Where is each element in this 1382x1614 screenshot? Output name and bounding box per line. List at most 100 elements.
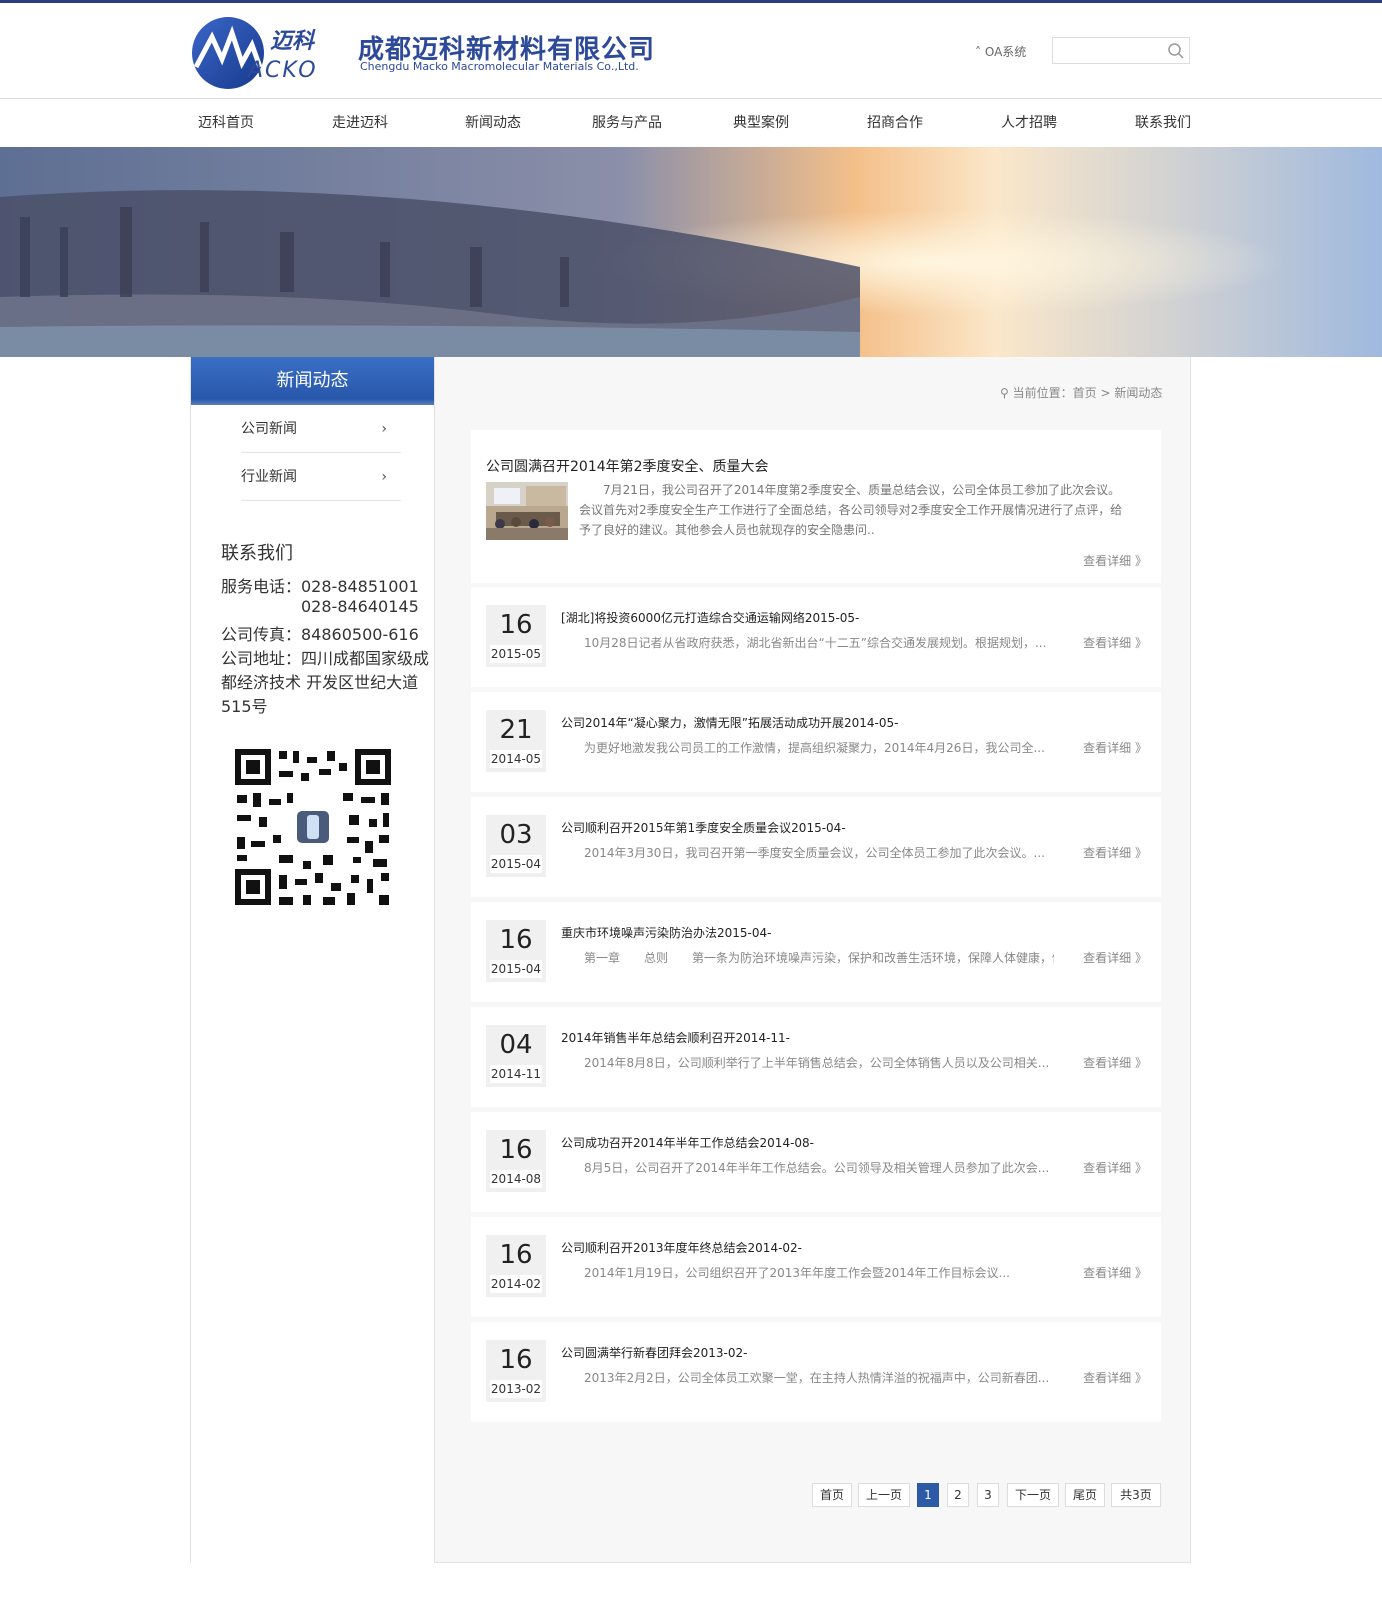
news-title[interactable]: 重庆市环境噪声污染防治办法2015-04-: [561, 924, 771, 941]
news-title[interactable]: [湖北]将投资6000亿元打造综合交通运输网络2015-05-: [561, 609, 859, 626]
page-number-button[interactable]: 3: [977, 1483, 999, 1507]
contact-title: 联系我们: [221, 543, 293, 564]
featured-news-image[interactable]: [486, 482, 568, 540]
view-detail-link[interactable]: 查看详细 》: [1083, 949, 1147, 966]
news-date-ym: 2014-02: [490, 1275, 542, 1293]
page-next-button[interactable]: 下一页: [1007, 1483, 1059, 1507]
news-desc: 2014年1月19日，公司组织召开了2013年年度工作会暨2014年工作目标会议…: [584, 1266, 1010, 1280]
contact-phone: 服务电话：028-84851001: [221, 577, 419, 596]
view-detail-link[interactable]: 查看详细 》: [1083, 552, 1147, 569]
wechat-qr-code: [223, 737, 403, 917]
news-desc: 为更好地激发我公司员工的工作激情，提高组织凝聚力，2014年4月26日，我公司全…: [584, 741, 1045, 755]
nav-item-cases[interactable]: 典型案例: [733, 99, 789, 147]
main-nav: 迈科首页 走进迈科 新闻动态 服务与产品 典型案例 招商合作 人才招聘 联系我们: [0, 99, 1382, 147]
site-header: 迈科 ACKO 成都迈科新材料有限公司 Chengdu Macko Macrom…: [0, 3, 1382, 99]
news-item: 03 2015-04 公司顺利召开2015年第1季度安全质量会议2015-04-…: [471, 797, 1161, 897]
caret-up-icon: ˄: [975, 45, 985, 59]
featured-news-title[interactable]: 公司圆满召开2014年第2季度安全、质量大会: [486, 456, 769, 476]
page-first-button[interactable]: 首页: [812, 1483, 852, 1507]
oa-link-label: OA系统: [984, 45, 1027, 59]
nav-item-contact[interactable]: 联系我们: [1135, 99, 1191, 147]
chevron-right-icon: ›: [381, 469, 387, 485]
featured-news-desc-text: 7月21日，我公司召开了2014年度第2季度安全、质量总结会议，公司全体员工参加…: [579, 483, 1123, 537]
nav-item-news[interactable]: 新闻动态: [465, 99, 521, 147]
nav-item-careers[interactable]: 人才招聘: [1001, 99, 1057, 147]
search-icon[interactable]: [1167, 42, 1185, 60]
featured-news-card: 公司圆满召开2014年第2季度安全、质量大会 7月21日，我公司召开了2014年…: [471, 430, 1161, 583]
news-title[interactable]: 公司顺利召开2015年第1季度安全质量会议2015-04-: [561, 819, 846, 836]
location-pin-icon: ⚲: [1000, 386, 1009, 400]
oa-system-link[interactable]: ˄ OA系统: [975, 43, 1026, 60]
news-date-day: 04: [499, 1030, 533, 1060]
sidebar: 新闻动态 公司新闻 › 行业新闻 › 联系我们 服务电话：028-8485100…: [190, 357, 435, 1563]
sidebar-item-label: 行业新闻: [241, 469, 297, 485]
news-date-box: 04 2014-11: [486, 1025, 546, 1087]
news-title[interactable]: 公司成功召开2014年半年工作总结会2014-08-: [561, 1134, 814, 1151]
news-title[interactable]: 2014年销售半年总结会顺利召开2014-11-: [561, 1029, 790, 1046]
news-date-box: 16 2014-02: [486, 1235, 546, 1297]
page-prev-button[interactable]: 上一页: [858, 1483, 910, 1507]
news-date-day: 16: [499, 610, 533, 640]
nav-item-products[interactable]: 服务与产品: [592, 99, 662, 147]
news-item: 21 2014-05 公司2014年“凝心聚力，激情无限”拓展活动成功开展201…: [471, 692, 1161, 792]
view-detail-link[interactable]: 查看详细 》: [1083, 844, 1147, 861]
news-desc: 2013年2月2日，公司全体员工欢聚一堂，在主持人热情洋溢的祝福声中，公司新春团…: [584, 1371, 1050, 1385]
nav-item-home[interactable]: 迈科首页: [198, 99, 254, 147]
news-date-box: 16 2014-08: [486, 1130, 546, 1192]
breadcrumb-prefix: 当前位置：: [1012, 386, 1073, 400]
news-date-ym: 2014-05: [490, 750, 542, 768]
news-title[interactable]: 公司顺利召开2013年度年终总结会2014-02-: [561, 1239, 802, 1256]
company-logo[interactable]: 迈科 ACKO: [190, 15, 350, 91]
news-date-box: 16 2013-02: [486, 1340, 546, 1402]
news-item: 16 2015-05 [湖北]将投资6000亿元打造综合交通运输网络2015-0…: [471, 587, 1161, 687]
page-total-label: 共3页: [1111, 1483, 1161, 1507]
news-date-box: 16 2015-04: [486, 920, 546, 982]
news-date-ym: 2015-04: [490, 960, 542, 978]
news-date-day: 21: [499, 715, 533, 745]
view-detail-link[interactable]: 查看详细 》: [1083, 1369, 1147, 1386]
contact-phone-2: 028-84640145: [301, 597, 419, 616]
news-date-day: 16: [499, 1135, 533, 1165]
news-desc: 2014年8月8日，公司顺利举行了上半年销售总结会，公司全体销售人员以及公司相关…: [584, 1056, 1050, 1070]
news-date-ym: 2013-02: [490, 1380, 542, 1398]
news-date-box: 16 2015-05: [486, 605, 546, 667]
sidebar-item-label: 公司新闻: [241, 421, 297, 437]
search-box: [1052, 37, 1190, 64]
contact-address-3: 515号: [221, 697, 268, 716]
breadcrumb-current: 新闻动态: [1114, 386, 1163, 400]
banner-image: [0, 147, 1382, 357]
news-item: 16 2015-04 重庆市环境噪声污染防治办法2015-04- 第一章 总则 …: [471, 902, 1161, 1002]
page-number-button[interactable]: 1: [917, 1483, 939, 1507]
nav-item-about[interactable]: 走进迈科: [332, 99, 388, 147]
search-input[interactable]: [1053, 38, 1163, 63]
view-detail-link[interactable]: 查看详细 》: [1083, 1159, 1147, 1176]
news-date-box: 03 2015-04: [486, 815, 546, 877]
news-title[interactable]: 公司2014年“凝心聚力，激情无限”拓展活动成功开展2014-05-: [561, 714, 898, 731]
news-item: 16 2014-08 公司成功召开2014年半年工作总结会2014-08- 8月…: [471, 1112, 1161, 1212]
breadcrumb: ⚲ 当前位置：首页 > 新闻动态: [1000, 384, 1162, 401]
page-last-button[interactable]: 尾页: [1065, 1483, 1105, 1507]
news-desc: 第一章 总则 第一条为防治环境噪声污染，保护和改善生活环境，保障人体健康，促..…: [584, 951, 1054, 965]
contact-address-2: 都经济技术 开发区世纪大道: [221, 673, 419, 692]
news-desc: 2014年3月30日，我司召开第一季度安全质量会议，公司全体员工参加了此次会议。…: [584, 846, 1045, 860]
company-name-en: Chengdu Macko Macromolecular Materials C…: [360, 60, 639, 73]
view-detail-link[interactable]: 查看详细 》: [1083, 1054, 1147, 1071]
page-number-button[interactable]: 2: [947, 1483, 969, 1507]
sidebar-item-company-news[interactable]: 公司新闻 ›: [241, 405, 401, 453]
news-desc: 10月28日记者从省政府获悉，湖北省新出台“十二五”综合交通发展规划。根据规划，…: [584, 636, 1047, 650]
news-title[interactable]: 公司圆满举行新春团拜会2013-02-: [561, 1344, 747, 1361]
news-item: 16 2013-02 公司圆满举行新春团拜会2013-02- 2013年2月2日…: [471, 1322, 1161, 1422]
featured-news-desc: 7月21日，我公司召开了2014年度第2季度安全、质量总结会议，公司全体员工参加…: [579, 480, 1124, 540]
svg-text:ACKO: ACKO: [246, 58, 318, 83]
news-date-day: 16: [499, 1345, 533, 1375]
breadcrumb-home-link[interactable]: 首页: [1073, 386, 1097, 400]
news-item: 04 2014-11 2014年销售半年总结会顺利召开2014-11- 2014…: [471, 1007, 1161, 1107]
nav-item-business[interactable]: 招商合作: [867, 99, 923, 147]
view-detail-link[interactable]: 查看详细 》: [1083, 739, 1147, 756]
sidebar-item-industry-news[interactable]: 行业新闻 ›: [241, 453, 401, 501]
news-date-day: 16: [499, 1240, 533, 1270]
news-date-day: 03: [499, 820, 533, 850]
view-detail-link[interactable]: 查看详细 》: [1083, 1264, 1147, 1281]
view-detail-link[interactable]: 查看详细 》: [1083, 634, 1147, 651]
breadcrumb-separator: >: [1100, 386, 1111, 400]
